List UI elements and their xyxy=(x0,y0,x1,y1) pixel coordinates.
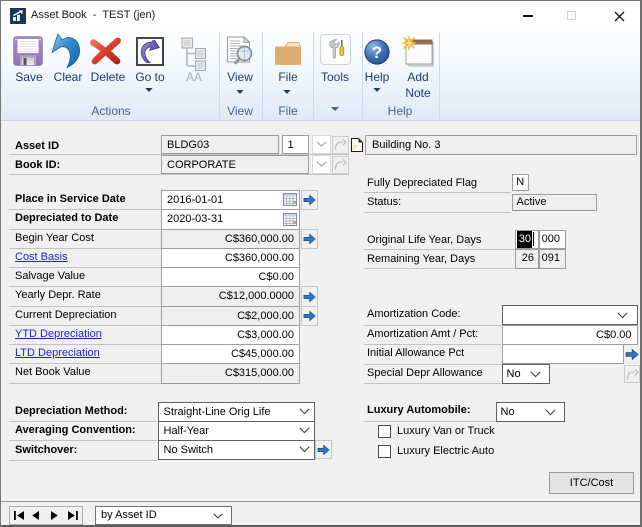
svg-text:?: ? xyxy=(372,43,382,62)
